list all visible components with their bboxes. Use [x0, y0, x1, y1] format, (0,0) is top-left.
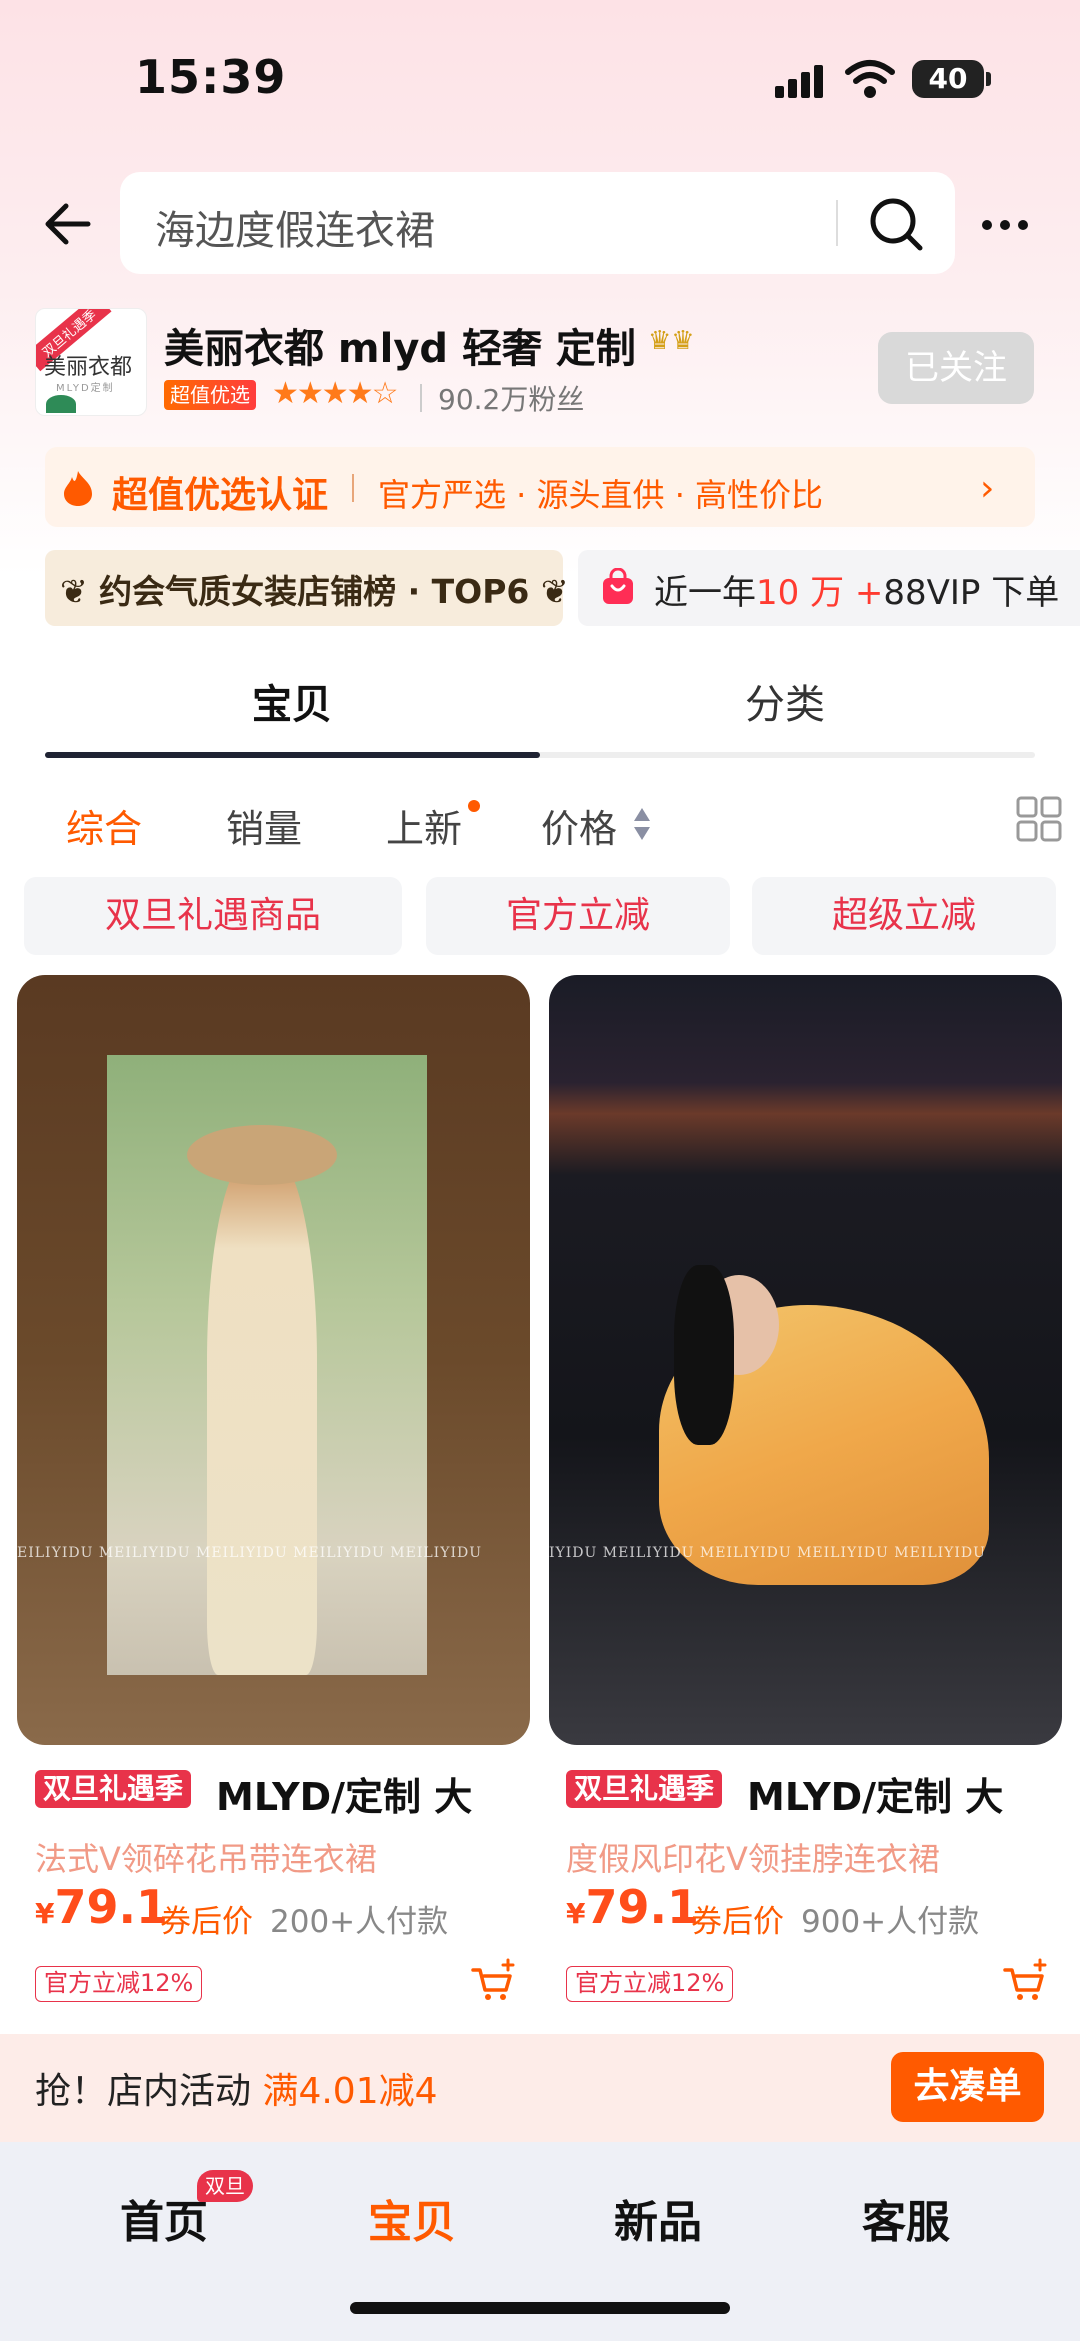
add-to-cart-icon[interactable]	[1002, 1958, 1048, 2004]
vip-highlight: 10 万 +	[756, 573, 884, 613]
logo-text: 美丽衣都	[44, 355, 133, 380]
signal-icon	[775, 64, 825, 98]
fans-count: 90.2万粉丝	[438, 383, 585, 416]
currency-symbol: ¥	[35, 1897, 55, 1930]
product-price: ¥79.1	[35, 1880, 168, 1934]
search-divider	[836, 200, 838, 246]
gather-order-button[interactable]: 去凑单	[891, 2052, 1044, 2122]
vip-pre: 近一年	[654, 573, 756, 613]
activity-text: 抢！店内活动 满4.01减4	[35, 2062, 438, 2114]
activity-highlight: 满4.01减4	[262, 2071, 438, 2112]
divider	[352, 474, 354, 502]
tab-category[interactable]: 分类	[745, 672, 825, 730]
product-price: ¥79.1	[566, 1880, 699, 1934]
search-icon[interactable]	[866, 194, 926, 254]
tab-items[interactable]: 宝贝	[252, 672, 332, 730]
status-time: 15:39	[135, 50, 287, 104]
rank-text: ❦ 约会气质女装店铺榜 · TOP6 ❦	[60, 572, 569, 611]
tab-indicator	[45, 752, 540, 758]
battery-tip	[986, 72, 991, 86]
model-figure	[207, 1155, 317, 1675]
chevron-right-icon: ›	[980, 468, 995, 509]
flame-icon	[64, 471, 92, 506]
nav-new[interactable]: 新品	[614, 2186, 702, 2250]
crown-icon: ♛♛	[648, 326, 695, 356]
nav-service[interactable]: 客服	[862, 2186, 950, 2250]
watermark: EILIYIDU MEILIYIDU MEILIYIDU MEILIYIDU M…	[17, 1545, 483, 1561]
sort-sales[interactable]: 销量	[226, 798, 302, 853]
home-indicator[interactable]	[350, 2302, 730, 2314]
logo-subtext: MLYD定制	[56, 383, 115, 394]
add-to-cart-icon[interactable]	[470, 1958, 516, 2004]
sort-new[interactable]: 上新	[386, 798, 462, 853]
promo-tag: 双旦礼遇季	[566, 1770, 723, 1808]
sort-arrows-icon[interactable]	[632, 806, 652, 842]
grid-view-icon[interactable]	[1016, 796, 1062, 842]
sold-count: 900+人付款	[801, 1904, 980, 1940]
more-icon[interactable]	[980, 210, 1030, 240]
hat-shape	[187, 1125, 337, 1185]
promo-tag: 双旦礼遇季	[35, 1770, 192, 1808]
product-image[interactable]: EILIYIDU MEILIYIDU MEILIYIDU MEILIYIDU M…	[17, 975, 530, 1745]
chip-official-discount[interactable]: 官方立减	[426, 877, 730, 955]
product-subtitle[interactable]: 法式V领碎花吊带连衣裙	[35, 1834, 377, 1880]
after-coupon-label: 券后价	[691, 1904, 784, 1940]
currency-symbol: ¥	[566, 1897, 586, 1930]
wifi-icon	[845, 60, 895, 98]
sold-count: 200+人付款	[270, 1904, 449, 1940]
logo-tree-decoration	[46, 395, 76, 413]
vip-text: 近一年10 万 +88VIP 下单	[654, 565, 1059, 614]
rating-stars: ★★★★☆	[272, 376, 398, 411]
cert-title: 超值优选认证	[112, 475, 329, 516]
price-value: 79.1	[585, 1880, 699, 1934]
product-subtitle[interactable]: 度假风印花V领挂脖连衣裙	[566, 1834, 940, 1880]
vip-post: 88VIP 下单	[883, 573, 1060, 613]
product-image[interactable]: IYIDU MEILIYIDU MEILIYIDU MEILIYIDU MEIL…	[549, 975, 1062, 1745]
product-title[interactable]: MLYD/定制 大	[216, 1766, 472, 1821]
chip-super-discount[interactable]: 超级立减	[752, 877, 1056, 955]
product-title[interactable]: MLYD/定制 大	[747, 1766, 1003, 1821]
nav-home[interactable]: 首页	[120, 2186, 208, 2250]
shopping-bag-icon	[603, 568, 633, 604]
activity-pre: 抢！店内活动	[35, 2071, 263, 2112]
price-value: 79.1	[54, 1880, 168, 1934]
nav-badge: 双旦	[197, 2170, 253, 2202]
divider	[420, 384, 422, 412]
discount-tag: 官方立减12%	[566, 1966, 734, 2002]
hair-shape	[674, 1265, 734, 1445]
watermark: IYIDU MEILIYIDU MEILIYIDU MEILIYIDU MEIL…	[549, 1545, 986, 1561]
follow-button[interactable]: 已关注	[878, 332, 1034, 404]
shop-logo[interactable]: 双旦礼遇季 美丽衣都 MLYD定制	[35, 308, 147, 416]
battery-indicator: 40	[912, 60, 984, 98]
search-query[interactable]: 海边度假连衣裙	[155, 198, 435, 256]
sort-price[interactable]: 价格	[541, 798, 617, 853]
nav-items[interactable]: 宝贝	[368, 2186, 456, 2250]
value-badge: 超值优选	[164, 380, 256, 410]
shop-name[interactable]: 美丽衣都 mlyd 轻奢 定制	[164, 316, 636, 374]
rank-label: 约会气质女装店铺榜 · TOP6	[99, 572, 530, 611]
discount-tag: 官方立减12%	[35, 1966, 203, 2002]
new-dot-indicator	[468, 800, 480, 812]
after-coupon-label: 券后价	[160, 1904, 253, 1940]
back-arrow-icon[interactable]	[40, 196, 96, 252]
sort-overall[interactable]: 综合	[66, 798, 142, 853]
cert-description: 官方严选 · 源头直供 · 高性价比	[378, 476, 824, 514]
chip-holiday-goods[interactable]: 双旦礼遇商品	[24, 877, 402, 955]
